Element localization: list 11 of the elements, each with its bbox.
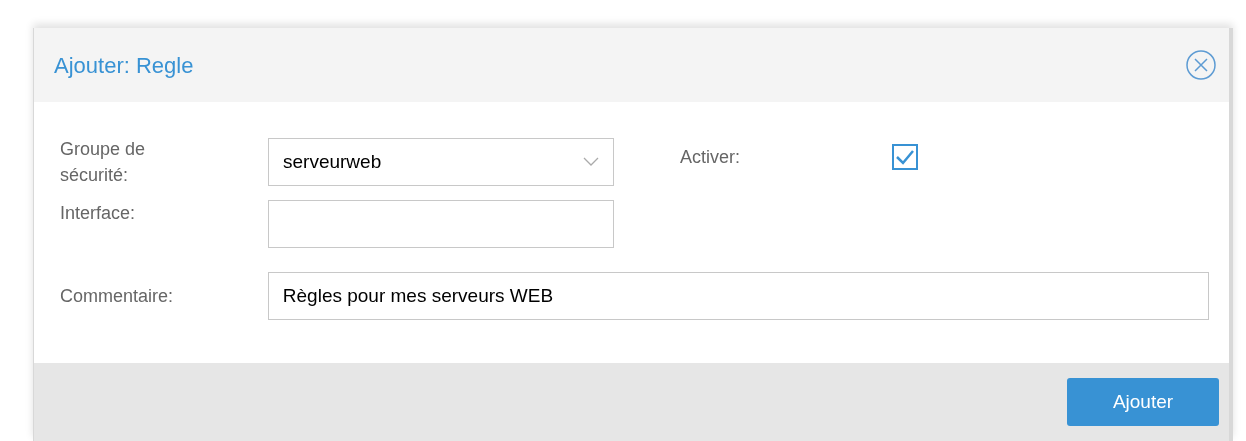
enable-checkbox[interactable] [892, 144, 918, 170]
field-label: Groupe de sécurité: [60, 138, 147, 187]
security-group-dropdown[interactable]: serveurweb [268, 138, 614, 186]
interface-input[interactable] [268, 200, 614, 248]
enable-label: Activer: [680, 146, 741, 169]
close-button[interactable] [1185, 49, 1217, 81]
comment-input[interactable]: Règles pour mes serveurs WEB [267, 272, 1209, 320]
dialog-title: Ajouter: Regle [54, 51, 194, 80]
field-label: Interface: [60, 202, 137, 225]
chevron-down-icon [583, 157, 599, 167]
comment-label: Commentaire: [60, 284, 175, 308]
